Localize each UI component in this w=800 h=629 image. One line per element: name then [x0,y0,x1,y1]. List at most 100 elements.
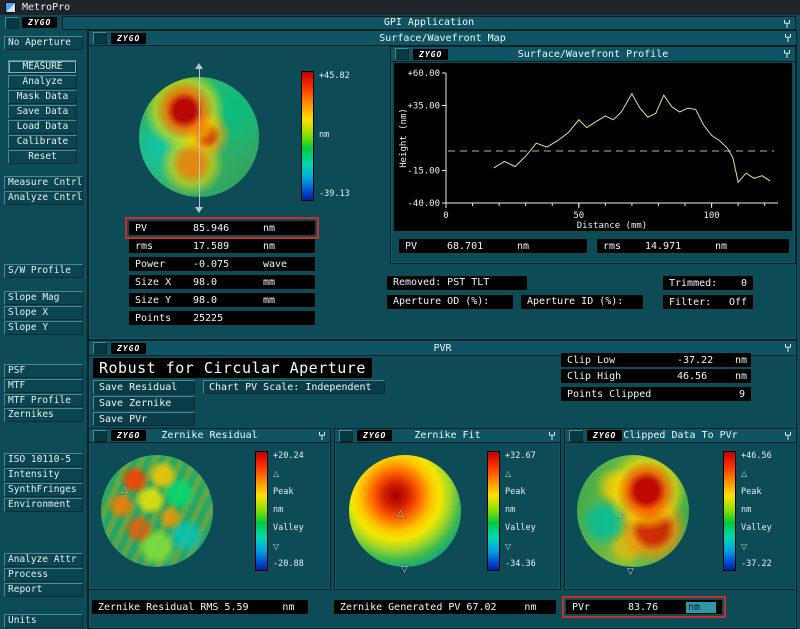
zernike-residual-colorbar: +20.24 △ Peak nm Valley ▽ -20.88 [255,451,304,571]
clip-high-box: Clip High 46.56 nm [561,369,751,383]
sidebar-item-measure[interactable]: MEASURE [8,59,77,74]
profile-chart: +60.00 +35.00 -15.00 -40.000 50 100 Distance (… [399,69,778,231]
clip-low-box: Clip Low -37.22 nm [561,353,751,367]
zygo-logo: ZYGO [357,430,393,441]
app-title-bar[interactable]: GPI Application [62,16,796,30]
removed-box: Removed: PST TLT [387,276,527,290]
zernike-residual-titlebar[interactable]: ZYGO Zernike Residual [89,429,330,443]
profile-cursor-line[interactable] [199,69,200,207]
sidebar-item-measure-cntrl[interactable]: Measure Cntrl [4,175,83,190]
sidebar-item-no-aperture[interactable]: No Aperture [4,36,83,50]
cursor-marker-icon: △ [619,509,626,519]
sidebar-item-iso-10110-5[interactable]: ISO 10110-5 [4,453,83,468]
zernike-residual-panel: ZYGO Zernike Residual △ +20.24 △ Peak nm… [88,428,331,590]
scale-min: -39.13 [319,189,350,199]
profile-rms-box: rms 14.971 nm [597,239,789,253]
sidebar-item-mtf[interactable]: MTF [4,378,83,393]
svg-text:100: 100 [703,211,719,221]
sidebar-item-psf[interactable]: PSF [4,363,83,378]
valley-label: Valley [741,523,772,534]
window-options-icon[interactable] [782,19,792,29]
sidebar-item-analyze[interactable]: Analyze [8,74,77,89]
colorbar [255,451,268,571]
window-menu-icon[interactable] [339,429,353,442]
triangle-up-icon: △ [273,469,280,479]
profile-titlebar[interactable]: ZYGO Surface/Wavefront Profile [391,47,795,62]
peak-label: Peak [273,486,294,497]
clipped-data-titlebar[interactable]: ZYGO Clipped Data To PVr [565,429,796,443]
sidebar-item-slope-x[interactable]: Slope X [4,305,83,320]
cursor-marker-icon: △ [121,485,128,495]
sidebar-item-reset[interactable]: Reset [8,149,77,164]
window-options-icon[interactable] [783,343,793,353]
scale-min: -34.36 [505,558,536,569]
app-icon [5,2,16,13]
window-menu-icon[interactable] [93,32,107,44]
save-pvr-button[interactable]: Save PVr [93,412,195,426]
svg-text:+35.00: +35.00 [407,102,440,112]
sidebar-item-process[interactable]: Process [4,568,83,583]
sidebar-item-slope-mag[interactable]: Slope Mag [4,290,83,305]
zygo-logo: ZYGO [413,48,449,60]
window-options-icon[interactable] [547,431,557,441]
zygo-logo: ZYGO [111,32,147,44]
window-options-icon[interactable] [783,431,793,441]
surface-map-titlebar[interactable]: ZYGO Surface/Wavefront Map [89,31,796,46]
filter-box[interactable]: Filter: Off [663,295,753,309]
sidebar-item-calibrate[interactable]: Calibrate [8,134,77,149]
unit-label: nm [505,504,516,515]
clipped-data-map[interactable] [577,455,689,567]
sidebar: No Aperture MEASURE Analyze Mask Data Sa… [0,30,88,629]
panel-title: PVR [433,342,452,354]
sidebar-item-analyze-attr[interactable]: Analyze Attr [4,553,83,568]
sidebar-item-zernikes[interactable]: Zernikes [4,408,83,423]
triangle-up-icon: △ [741,469,748,479]
metropro-window: MetroPro ZYGO GPI Application No Apertur… [0,0,800,629]
sidebar-item-environment[interactable]: Environment [4,498,83,513]
window-menu-icon[interactable] [93,429,107,442]
sidebar-item-synthfringes[interactable]: SynthFringes [4,483,83,498]
zernike-fit-titlebar[interactable]: ZYGO Zernike Fit [335,429,560,443]
profile-panel: ZYGO Surface/Wavefront Profile +60.00 +35… [390,46,796,264]
sidebar-item-sw-profile[interactable]: S/W Profile [4,263,83,278]
zernike-fit-map[interactable] [349,455,461,567]
sidebar-item-load-data[interactable]: Load Data [8,119,77,134]
clipped-data-colorbar: +46.56 △ Peak nm Valley ▽ -37.22 [723,451,772,571]
pvr-result-box: PVr 83.76 nm [562,596,726,618]
window-menu-icon[interactable] [569,429,583,442]
triangle-up-icon: △ [505,469,512,479]
zygo-logo: ZYGO [587,430,623,441]
sidebar-item-slope-y[interactable]: Slope Y [4,320,83,335]
cursor-marker-icon: △ [397,509,404,519]
scale-min: -37.22 [741,558,772,569]
triangle-down-icon: ▽ [505,541,512,551]
sidebar-item-analyze-cntrl[interactable]: Analyze Cntrl [4,190,83,205]
sidebar-item-units[interactable]: Units [4,614,83,629]
sidebar-item-mask-data[interactable]: Mask Data [8,89,77,104]
chart-pv-scale-button[interactable]: Chart PV Scale: Independent [203,380,385,394]
zernike-residual-map[interactable] [101,455,213,567]
pvr-header: Robust for Circular Aperture [93,358,372,378]
sidebar-item-mtf-profile[interactable]: MTF Profile [4,393,83,408]
titlebar[interactable]: MetroPro [0,0,800,15]
save-residual-button[interactable]: Save Residual [93,380,195,394]
save-zernike-button[interactable]: Save Zernike [93,396,195,410]
sidebar-item-report[interactable]: Report [4,583,83,598]
window-options-icon[interactable] [317,431,327,441]
scale-min: -20.88 [273,558,304,569]
sidebar-item-intensity[interactable]: Intensity [4,468,83,483]
aperture-id-box[interactable]: Aperture ID (%): [521,295,643,309]
window-menu-icon[interactable] [93,342,107,354]
zygo-logo: ZYGO [111,342,147,354]
window-options-icon[interactable] [782,49,792,59]
aperture-od-box[interactable]: Aperture OD (%): [387,295,513,309]
triangle-down-icon: ▽ [273,541,280,551]
window-menu-icon[interactable] [395,48,409,60]
window-menu-icon[interactable] [5,17,19,29]
window-options-icon[interactable] [783,33,793,43]
colorbar [487,451,500,571]
cursor-marker-icon: ▽ [627,567,634,577]
svg-text:+60.00: +60.00 [407,69,440,79]
unit-label: nm [741,504,752,515]
sidebar-item-save-data[interactable]: Save Data [8,104,77,119]
